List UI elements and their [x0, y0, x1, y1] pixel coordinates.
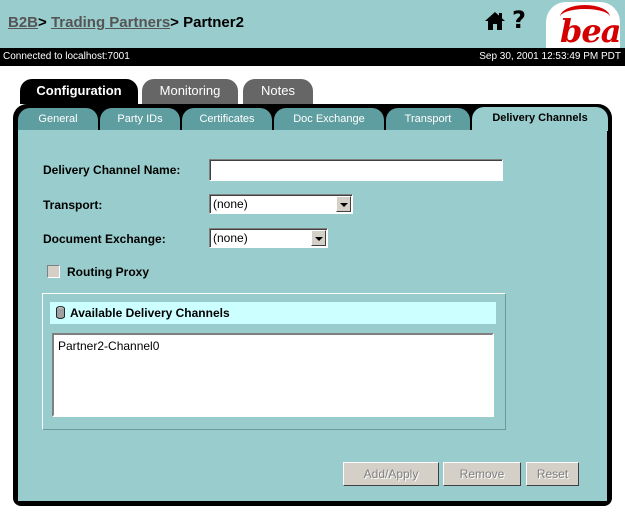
- subtab-doc-exchange[interactable]: Doc Exchange: [274, 108, 384, 130]
- subtab-party-ids[interactable]: Party IDs: [100, 108, 180, 130]
- delivery-channel-name-label: Delivery Channel Name:: [43, 163, 181, 177]
- breadcrumb: B2B> Trading Partners> Partner2: [8, 14, 244, 31]
- breadcrumb-current: Partner2: [183, 14, 244, 31]
- transport-select[interactable]: (none): [209, 194, 353, 214]
- breadcrumb-trading-partners[interactable]: Trading Partners: [51, 14, 170, 31]
- database-icon: [56, 306, 65, 319]
- home-icon[interactable]: [484, 10, 506, 32]
- delivery-channel-name-input[interactable]: [209, 159, 503, 181]
- add-apply-button[interactable]: Add/Apply: [343, 462, 439, 486]
- remove-button[interactable]: Remove: [443, 462, 521, 486]
- transport-label: Transport:: [43, 198, 103, 212]
- list-item[interactable]: Partner2-Channel0: [58, 339, 159, 353]
- connection-status: Connected to localhost:7001: [3, 51, 130, 62]
- tab-notes[interactable]: Notes: [243, 79, 313, 104]
- channels-header: Available Delivery Channels: [50, 302, 496, 324]
- document-exchange-label: Document Exchange:: [43, 232, 166, 246]
- routing-proxy-label: Routing Proxy: [67, 265, 150, 279]
- breadcrumb-b2b[interactable]: B2B: [8, 14, 38, 31]
- timestamp: Sep 30, 2001 12:53:49 PM PDT: [479, 51, 621, 62]
- channels-title: Available Delivery Channels: [70, 306, 230, 320]
- help-icon[interactable]: ?: [512, 6, 526, 34]
- reset-button[interactable]: Reset: [526, 462, 579, 486]
- channels-listbox[interactable]: Partner2-Channel0: [52, 333, 494, 417]
- chevron-down-icon[interactable]: [311, 230, 326, 246]
- routing-proxy-checkbox[interactable]: [47, 265, 60, 278]
- document-exchange-selected-value: (none): [213, 231, 248, 245]
- transport-selected-value: (none): [213, 197, 248, 211]
- document-exchange-select[interactable]: (none): [209, 228, 328, 248]
- breadcrumb-separator: >: [170, 14, 179, 31]
- subtab-general[interactable]: General: [18, 108, 98, 130]
- subtab-certificates[interactable]: Certificates: [182, 108, 272, 130]
- header-bar: B2B> Trading Partners> Partner2 ? bea: [0, 0, 625, 50]
- status-bar: Connected to localhost:7001 Sep 30, 2001…: [0, 48, 625, 66]
- tab-configuration[interactable]: Configuration: [20, 79, 138, 104]
- bea-logo: bea: [546, 2, 621, 50]
- subtab-delivery-channels[interactable]: Delivery Channels: [472, 107, 608, 131]
- tab-monitoring[interactable]: Monitoring: [142, 79, 238, 104]
- chevron-down-icon[interactable]: [336, 196, 351, 212]
- subtab-transport[interactable]: Transport: [386, 108, 470, 130]
- breadcrumb-separator: >: [38, 14, 47, 31]
